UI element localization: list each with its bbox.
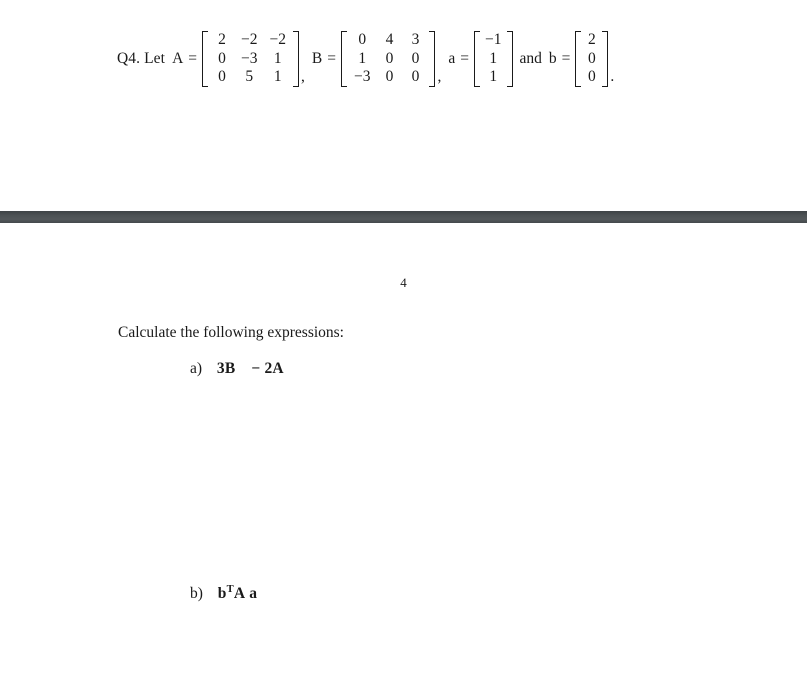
matrix-cell: 4 bbox=[385, 31, 394, 48]
right-bracket-icon bbox=[506, 31, 513, 87]
expression-b-vector: a bbox=[249, 585, 258, 602]
right-bracket-icon bbox=[602, 31, 609, 87]
matrix-b-equals: = bbox=[327, 49, 336, 67]
vector-a: −1 1 1 bbox=[474, 30, 513, 88]
matrix-cell: 1 bbox=[489, 49, 498, 67]
matrix-row: 0 bbox=[582, 68, 601, 87]
matrix-cell: 1 bbox=[273, 68, 282, 85]
matrix-cell: 0 bbox=[411, 68, 420, 85]
expression-a: 3B −2A bbox=[217, 360, 284, 377]
question-statement: Q4. Let A = 2 −2 −2 0 −3 1 0 5 1 , B = 0… bbox=[117, 30, 614, 88]
matrix-a: 2 −2 −2 0 −3 1 0 5 1 bbox=[202, 30, 300, 88]
expression-a-first-term: 3B bbox=[216, 360, 236, 377]
expression-b-matrix: A bbox=[233, 585, 246, 602]
matrix-row: −1 bbox=[481, 31, 506, 50]
left-bracket-icon bbox=[474, 31, 480, 87]
instruction-text: Calculate the following expressions: bbox=[118, 324, 344, 341]
matrix-cell: 0 bbox=[411, 49, 420, 67]
matrix-row: 0 4 3 bbox=[348, 31, 429, 50]
matrix-cell: 1 bbox=[489, 68, 498, 85]
matrix-row: 0 5 1 bbox=[209, 68, 292, 87]
matrix-cell: 0 bbox=[588, 68, 596, 85]
matrix-cell: 0 bbox=[385, 49, 394, 67]
matrix-b-name: B bbox=[311, 49, 323, 67]
matrix-a-equals: = bbox=[188, 49, 198, 67]
matrix-row: 1 bbox=[481, 68, 506, 87]
matrix-cell: −1 bbox=[485, 31, 502, 48]
vector-a-name: a bbox=[448, 49, 456, 67]
matrix-cell: 0 bbox=[358, 31, 367, 48]
right-bracket-icon bbox=[429, 31, 436, 87]
vector-b-name: b bbox=[548, 49, 557, 67]
expression-b-transpose-superscript: T bbox=[226, 583, 234, 595]
matrix-cell: 1 bbox=[358, 49, 367, 67]
matrix-row: 0 bbox=[582, 50, 601, 69]
list-item-b: b) bTA a bbox=[190, 583, 258, 603]
matrix-row: 2 −2 −2 bbox=[209, 31, 292, 50]
sentence-period: . bbox=[610, 67, 615, 85]
matrix-cell: 2 bbox=[218, 31, 226, 48]
matrix-cell: 5 bbox=[245, 68, 254, 85]
matrix-row: 1 bbox=[481, 50, 506, 69]
right-bracket-icon bbox=[293, 31, 300, 87]
item-marker-b: b) bbox=[190, 585, 203, 602]
matrix-b: 0 4 3 1 0 0 −3 0 0 bbox=[340, 30, 436, 88]
matrix-cell: −3 bbox=[241, 49, 258, 67]
matrix-cell: 2 bbox=[588, 31, 596, 48]
vector-a-equals: = bbox=[460, 49, 469, 67]
matrix-cell: −2 bbox=[269, 31, 287, 48]
expression-b-base: b bbox=[217, 585, 227, 602]
left-bracket-icon bbox=[202, 31, 209, 87]
vector-b: 2 0 0 bbox=[575, 30, 609, 88]
matrix-cell: 0 bbox=[218, 68, 226, 85]
matrix-cell: 0 bbox=[218, 49, 226, 67]
matrix-a-name: A bbox=[172, 49, 184, 67]
expression-a-operator: − bbox=[251, 360, 261, 377]
separator-comma: , bbox=[437, 67, 442, 85]
matrix-cell: 3 bbox=[411, 31, 420, 48]
item-marker-a: a) bbox=[190, 360, 203, 377]
matrix-cell: −2 bbox=[241, 31, 258, 48]
left-bracket-icon bbox=[575, 31, 582, 87]
matrix-row: −3 0 0 bbox=[348, 68, 429, 87]
matrix-cell: 1 bbox=[273, 49, 282, 67]
question-label: Q4. Let bbox=[117, 49, 166, 67]
page-separator-band bbox=[0, 211, 807, 223]
matrix-row: 0 −3 1 bbox=[209, 50, 292, 69]
expression-b: bTA a bbox=[217, 583, 258, 602]
matrix-cell: 0 bbox=[385, 68, 394, 85]
list-item-a: a) 3B −2A bbox=[190, 360, 284, 378]
expression-a-second-term: 2A bbox=[264, 360, 284, 377]
matrix-row: 1 0 0 bbox=[348, 50, 429, 69]
matrix-cell: −3 bbox=[353, 68, 371, 85]
separator-comma: , bbox=[301, 67, 305, 85]
left-bracket-icon bbox=[340, 31, 347, 87]
conjunction-and: and bbox=[519, 49, 542, 67]
matrix-cell: 0 bbox=[588, 49, 596, 67]
matrix-row: 2 bbox=[582, 31, 601, 50]
page-number: 4 bbox=[400, 275, 407, 290]
vector-b-equals: = bbox=[561, 49, 571, 67]
